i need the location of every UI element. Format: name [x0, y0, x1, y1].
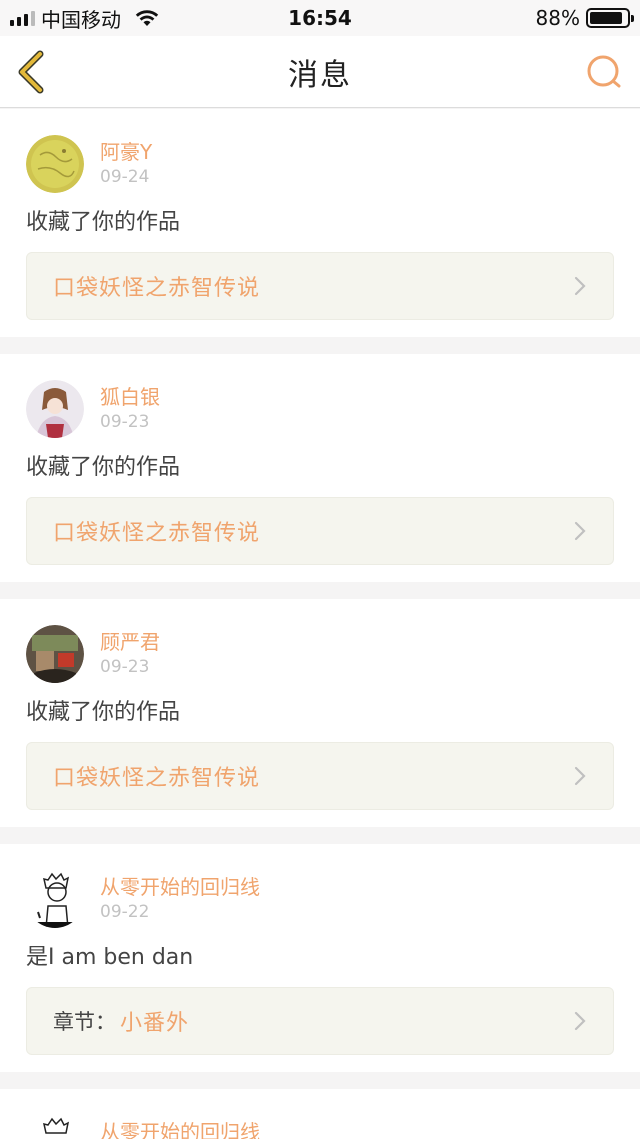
- username[interactable]: 从零开始的回归线: [100, 876, 260, 898]
- message-date: 09-23: [100, 412, 150, 432]
- work-link[interactable]: 口袋妖怪之赤智传说: [26, 742, 614, 810]
- avatar[interactable]: [26, 135, 84, 193]
- action-text: 收藏了你的作品: [26, 455, 181, 480]
- work-link[interactable]: 口袋妖怪之赤智传说: [26, 252, 614, 320]
- carrier-name: 中国移动: [41, 7, 121, 32]
- avatar[interactable]: [26, 380, 84, 438]
- avatar[interactable]: [26, 625, 84, 683]
- chapter-link[interactable]: 章节： 小番外: [26, 987, 614, 1055]
- status-bar: 中国移动 16:54 88%: [0, 0, 640, 36]
- message-list: 阿豪Y 09-24 收藏了你的作品 口袋妖怪之赤智传说 狐白银 09-23 收藏…: [0, 109, 640, 1139]
- chevron-right-icon: [574, 766, 586, 786]
- message-date: 09-22: [100, 902, 150, 922]
- action-text: 收藏了你的作品: [26, 210, 181, 235]
- comment-text: 是I am ben dan: [26, 945, 194, 970]
- clock: 16:54: [288, 6, 352, 30]
- message-item: 阿豪Y 09-24 收藏了你的作品 口袋妖怪之赤智传说: [0, 109, 640, 337]
- work-title: 口袋妖怪之赤智传说: [53, 276, 261, 301]
- chevron-right-icon: [574, 521, 586, 541]
- back-chevron-icon[interactable]: [14, 50, 50, 94]
- chapter-title: 小番外: [120, 1011, 190, 1036]
- chevron-right-icon: [574, 1011, 586, 1031]
- wifi-icon: [135, 10, 159, 26]
- work-link[interactable]: 口袋妖怪之赤智传说: [26, 497, 614, 565]
- username[interactable]: 阿豪Y: [100, 141, 152, 163]
- message-date: 09-24: [100, 167, 150, 187]
- search-icon[interactable]: [584, 52, 624, 92]
- message-item: 从零开始的回归线 09-22 是I am ben dan 章节： 小番外: [0, 844, 640, 1072]
- avatar[interactable]: [26, 870, 84, 928]
- work-title: 口袋妖怪之赤智传说: [53, 521, 261, 546]
- message-item: 狐白银 09-23 收藏了你的作品 口袋妖怪之赤智传说: [0, 354, 640, 582]
- nav-bar: 消息: [0, 36, 640, 108]
- page-title: 消息: [288, 57, 352, 93]
- action-text: 收藏了你的作品: [26, 700, 181, 725]
- signal-icon: [10, 10, 35, 26]
- avatar[interactable]: [26, 1115, 84, 1139]
- username[interactable]: 从零开始的回归线: [100, 1121, 260, 1139]
- username[interactable]: 狐白银: [100, 386, 160, 408]
- status-right: 88%: [535, 6, 634, 30]
- battery-icon: [586, 8, 634, 28]
- battery-level: [590, 12, 622, 24]
- message-item: 从零开始的回归线: [0, 1089, 640, 1139]
- status-left: 中国移动: [10, 4, 250, 33]
- message-item: 顾严君 09-23 收藏了你的作品 口袋妖怪之赤智传说: [0, 599, 640, 827]
- chevron-right-icon: [574, 276, 586, 296]
- message-date: 09-23: [100, 657, 150, 677]
- username[interactable]: 顾严君: [100, 631, 160, 653]
- work-title: 口袋妖怪之赤智传说: [53, 766, 261, 791]
- battery-percent: 88%: [535, 6, 580, 30]
- chapter-label: 章节：: [53, 1010, 116, 1034]
